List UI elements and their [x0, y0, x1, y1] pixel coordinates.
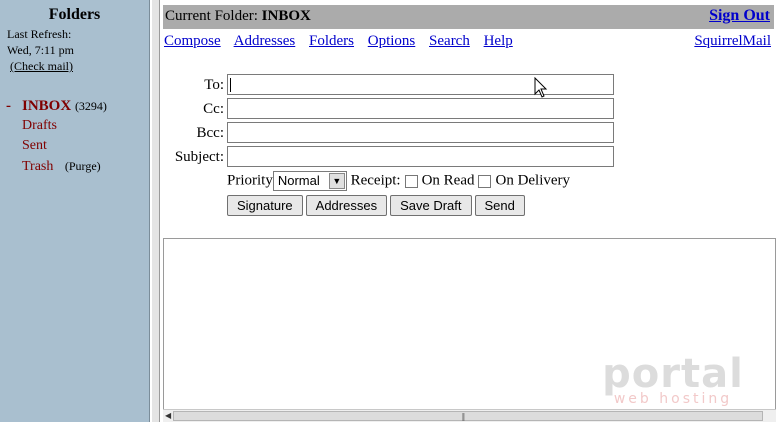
subject-field[interactable] — [227, 146, 614, 167]
on-read-checkbox[interactable] — [404, 174, 418, 188]
text-caret — [230, 78, 231, 92]
folder-inbox[interactable]: - INBOX (3294) — [0, 96, 149, 116]
save-draft-button[interactable]: Save Draft — [390, 195, 472, 216]
last-refresh-label: Last Refresh: — [7, 27, 72, 41]
nav-folders[interactable]: Folders — [309, 33, 354, 49]
signature-button[interactable]: Signature — [227, 195, 303, 216]
nav-addresses[interactable]: Addresses — [234, 33, 296, 49]
watermark-line2: web hosting — [613, 391, 733, 407]
bcc-field[interactable] — [227, 122, 614, 143]
scrollbar-thumb[interactable]: ||| — [173, 411, 763, 421]
nav-help[interactable]: Help — [484, 33, 513, 49]
cc-label: Cc: — [203, 101, 224, 117]
current-folder: Current Folder: INBOX — [165, 8, 311, 25]
receipt-label: Receipt: — [350, 172, 401, 189]
sign-out-link[interactable]: Sign Out — [709, 7, 770, 25]
addresses-button[interactable]: Addresses — [305, 195, 388, 216]
portal-watermark: portal web hosting — [598, 351, 748, 407]
to-label: To: — [204, 77, 224, 93]
priority-label: Priority — [227, 172, 273, 189]
nav-links: Compose Addresses Folders Options Search… — [164, 33, 523, 50]
folder-list: - INBOX (3294) Drafts Sent Trash (Purge) — [0, 96, 149, 177]
on-delivery-label: On Delivery — [495, 172, 571, 189]
compose-buttons: Signature Addresses Save Draft Send — [227, 195, 528, 216]
bcc-label: Bcc: — [196, 125, 225, 141]
folder-trash-label[interactable]: Trash — [22, 159, 53, 174]
folder-trash[interactable]: Trash (Purge) — [0, 156, 149, 177]
compose-pane: Current Folder: INBOX Sign Out Compose A… — [160, 0, 776, 422]
options-row: Priority Normal ▼ Receipt: On Read On Delive… — [227, 171, 570, 191]
folder-inbox-count: (3294) — [74, 99, 107, 113]
on-delivery-checkbox[interactable] — [478, 174, 492, 188]
folder-sent[interactable]: Sent — [0, 136, 149, 156]
current-folder-value: INBOX — [261, 8, 311, 24]
last-refresh: Last Refresh: Wed, 7:11 pm (Check mail) — [0, 26, 149, 74]
horizontal-scrollbar[interactable]: ◀ ||| — [163, 409, 776, 422]
subject-label: Subject: — [174, 149, 224, 165]
folders-pane: Folders Last Refresh: Wed, 7:11 pm (Chec… — [0, 0, 150, 422]
cc-field[interactable] — [227, 98, 614, 119]
watermark-line1: portal — [602, 351, 744, 397]
squirrelmail-link[interactable]: SquirrelMail — [694, 33, 771, 50]
priority-value: Normal — [277, 173, 320, 188]
folder-drafts[interactable]: Drafts — [0, 116, 149, 136]
on-read-label: On Read — [421, 172, 475, 189]
purge-link[interactable]: (Purge) — [65, 159, 101, 173]
folder-inbox-label[interactable]: INBOX — [22, 98, 71, 114]
current-folder-label: Current Folder: — [165, 8, 258, 24]
collapse-marker[interactable]: - — [6, 96, 11, 116]
check-mail-link[interactable]: (Check mail) — [10, 58, 73, 74]
chevron-down-icon[interactable]: ▼ — [328, 173, 345, 189]
to-field[interactable] — [227, 74, 614, 95]
send-button[interactable]: Send — [474, 195, 525, 216]
frame-divider[interactable] — [151, 0, 160, 422]
last-refresh-time: Wed, 7:11 pm — [7, 43, 74, 57]
priority-select[interactable]: Normal ▼ — [272, 171, 347, 191]
grip-icon: ||| — [462, 412, 465, 421]
nav-compose[interactable]: Compose — [164, 33, 221, 49]
current-folder-bar: Current Folder: INBOX Sign Out — [163, 5, 774, 29]
nav-search[interactable]: Search — [429, 33, 470, 49]
scroll-left-icon[interactable]: ◀ — [165, 411, 171, 420]
folders-title: Folders — [48, 6, 101, 23]
nav-options[interactable]: Options — [368, 33, 416, 49]
mouse-cursor-icon — [534, 77, 548, 98]
